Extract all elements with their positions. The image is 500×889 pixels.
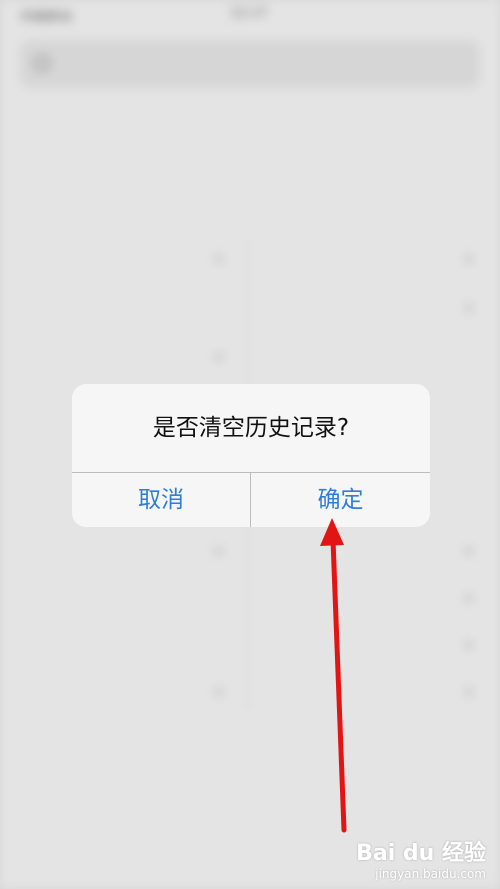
watermark-url: jingyan.baidu.com xyxy=(375,867,486,881)
delete-icon[interactable]: × xyxy=(212,682,225,701)
delete-icon[interactable]: × xyxy=(462,249,475,268)
search-icon xyxy=(34,55,50,71)
delete-icon[interactable]: × xyxy=(462,588,475,607)
delete-icon[interactable]: × xyxy=(462,298,475,317)
watermark-logo: Bai du 经验 xyxy=(356,841,486,866)
cancel-button[interactable]: 取消 xyxy=(72,473,250,527)
delete-icon[interactable]: × xyxy=(212,249,225,268)
delete-icon[interactable]: × xyxy=(462,541,475,560)
clear-history-dialog: 是否清空历史记录? 取消 确定 xyxy=(72,384,430,527)
confirm-button[interactable]: 确定 xyxy=(251,473,430,527)
status-time: 12:17 xyxy=(230,6,268,21)
watermark: Bai du 经验 jingyan.baidu.com xyxy=(356,835,486,881)
status-bar: 中国移动 12:17 xyxy=(0,0,500,30)
carrier-label: 中国移动 xyxy=(20,10,73,25)
delete-icon[interactable]: × xyxy=(212,347,225,366)
delete-icon[interactable]: × xyxy=(212,541,225,560)
dialog-title: 是否清空历史记录? xyxy=(152,415,350,441)
delete-icon[interactable]: × xyxy=(462,682,475,701)
search-bar[interactable] xyxy=(20,40,480,88)
delete-icon[interactable]: × xyxy=(462,635,475,654)
